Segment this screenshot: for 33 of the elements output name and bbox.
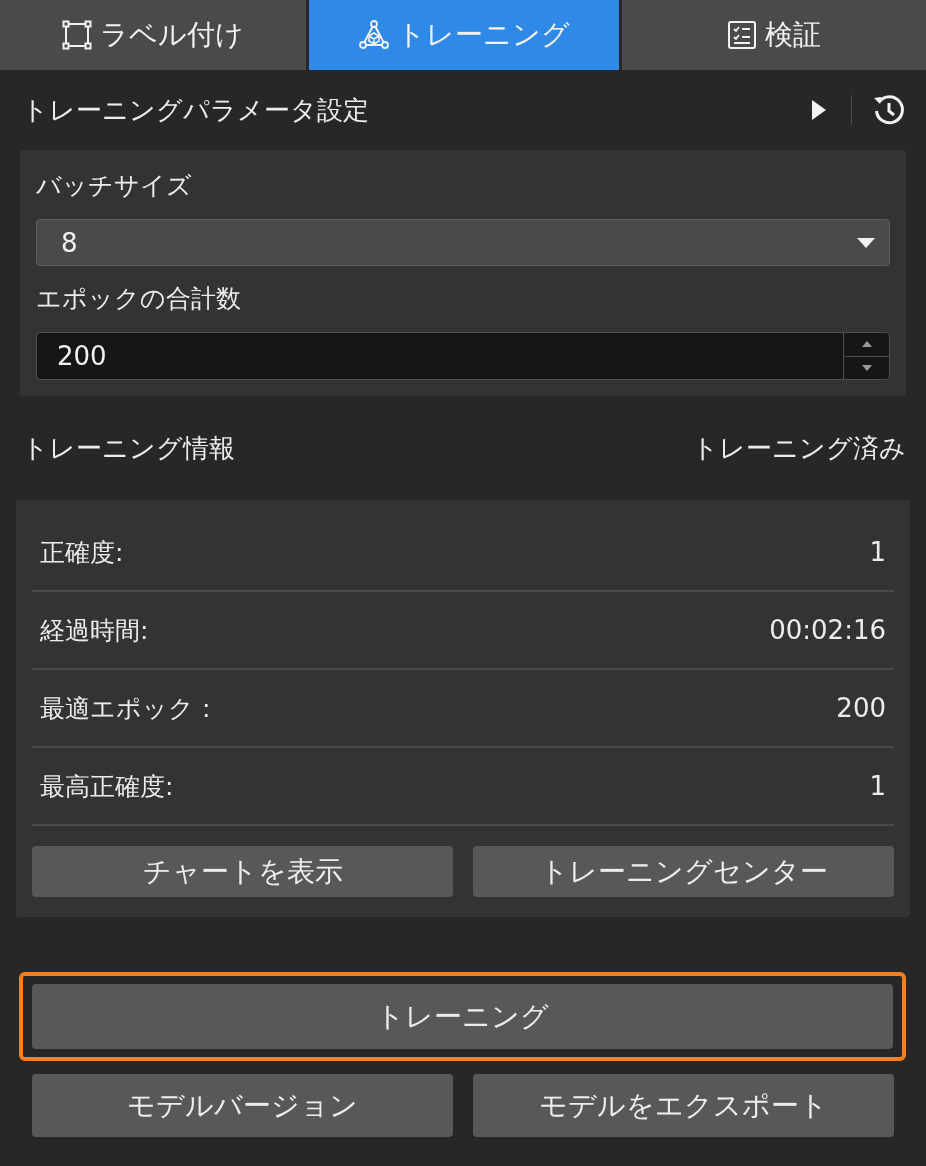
section-title: トレーニング情報 (22, 431, 235, 465)
play-icon (811, 99, 827, 121)
info-label: 経過時間: (40, 614, 149, 647)
info-label: 最高正確度: (40, 770, 174, 803)
up-arrow-icon (861, 341, 872, 348)
field-label: バッチサイズ (36, 170, 193, 202)
train-button[interactable]: トレーニング (32, 984, 893, 1049)
checklist-icon (727, 20, 757, 50)
tab[interactable]: トレーニング (309, 0, 619, 70)
tab[interactable]: 検証 (622, 0, 926, 70)
info-label: 正確度: (40, 536, 124, 569)
action-button[interactable]: トレーニングセンター (473, 846, 894, 897)
info-label: 最適エポック : (40, 692, 211, 725)
info-value: 00:02:16 (769, 615, 886, 645)
number-input[interactable]: 200 (36, 332, 890, 380)
history-button[interactable] (872, 93, 906, 127)
caret-icon (857, 237, 875, 248)
down-arrow-icon (861, 364, 872, 371)
play-button[interactable] (811, 99, 827, 121)
training-status: トレーニング済み (692, 431, 906, 465)
action-button[interactable]: チャートを表示 (32, 846, 453, 897)
info-value: 200 (836, 693, 886, 723)
action-button[interactable]: モデルバージョン (32, 1074, 453, 1137)
history-icon (872, 93, 906, 127)
info-value: 1 (869, 771, 886, 801)
bounding-box-icon (62, 20, 92, 50)
network-icon (358, 20, 389, 50)
tab[interactable]: ラベル付け (0, 0, 306, 70)
batch-size-select[interactable]: 8 (36, 219, 890, 266)
info-value: 1 (869, 537, 886, 567)
section-title: トレーニングパラメータ設定 (22, 93, 369, 127)
field-label: エポックの合計数 (36, 283, 242, 315)
action-button[interactable]: モデルをエクスポート (473, 1074, 894, 1137)
